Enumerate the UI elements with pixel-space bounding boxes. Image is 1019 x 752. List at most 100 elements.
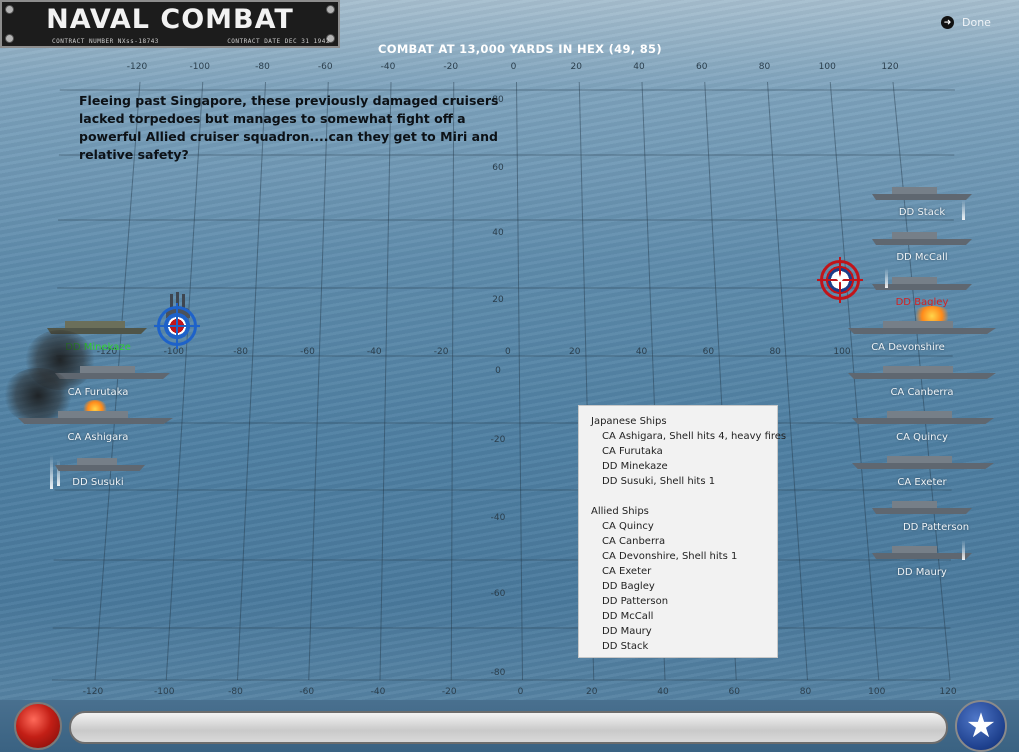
grid-line (379, 81, 392, 681)
grid-tick-label: 60 (696, 62, 708, 72)
grid-tick-label: 60 (492, 163, 504, 173)
grid-tick-label: -20 (434, 347, 449, 357)
grid-tick-label: 120 (881, 62, 898, 72)
status-row: DD Patterson (602, 596, 669, 607)
ship-dd-susuki[interactable] (55, 457, 145, 471)
grid-line (516, 81, 523, 681)
status-row: CA Devonshire, Shell hits 1 (602, 551, 738, 562)
grid-tick-label: 80 (800, 687, 812, 697)
combat-progress-bar (69, 711, 948, 744)
ship-label-dd-stack: DD Stack (898, 207, 946, 218)
status-row: DD Minekaze (602, 461, 668, 472)
grid-tick-label: -40 (381, 62, 396, 72)
grid-tick-label: 20 (492, 295, 504, 305)
status-row: DD Stack (602, 641, 649, 652)
done-button[interactable]: ➜ Done (941, 16, 991, 29)
grid-tick-label: -120 (127, 62, 148, 72)
grid-tick-label: 0 (495, 366, 501, 376)
status-row: CA Canberra (602, 536, 666, 547)
ship-ca-furutaka[interactable] (55, 365, 170, 379)
grid-tick-label: -20 (491, 435, 506, 445)
ship-label-ca-ashigara: CA Ashigara (67, 432, 129, 443)
ship-label-ca-quincy: CA Quincy (896, 432, 948, 443)
ship-ca-devonshire[interactable] (848, 320, 996, 334)
status-row: CA Quincy (602, 521, 654, 532)
splash-effect (962, 540, 965, 560)
grid-tick-label: -80 (233, 347, 248, 357)
contract-number: CONTRACT NUMBER NXss-18743 (52, 38, 159, 45)
grid-tick-label: 20 (586, 687, 598, 697)
done-label: Done (962, 16, 991, 29)
ship-ca-canberra[interactable] (848, 365, 996, 379)
grid-tick-label: 40 (636, 347, 648, 357)
grid-tick-label: 100 (868, 687, 885, 697)
grid-tick-label: -80 (228, 687, 243, 697)
ship-label-dd-mccall: DD McCall (896, 252, 948, 263)
status-row: DD Maury (602, 626, 652, 637)
grid-tick-label: 0 (511, 62, 517, 72)
grid-tick-label: 80 (769, 347, 781, 357)
grid-line (308, 81, 329, 681)
grid-tick-label: 20 (569, 347, 581, 357)
grid-tick-label: -60 (299, 687, 314, 697)
grid-tick-label: -120 (83, 687, 104, 697)
ship-dd-mccall[interactable] (872, 231, 972, 245)
ship-label-ca-canberra: CA Canberra (890, 387, 954, 398)
star-icon: ★ (833, 272, 847, 288)
japanese-ships-header: Japanese Ships (591, 416, 667, 427)
grid-tick-label: 0 (518, 687, 524, 697)
contract-date: CONTRACT DATE DEC 31 1942 (227, 38, 330, 45)
ship-status-panel: Japanese Ships CA Ashigara, Shell hits 4… (578, 405, 787, 658)
grid-line (94, 81, 141, 681)
grid-tick-label: -100 (190, 62, 211, 72)
logo-title: NAVAL COMBAT (46, 4, 294, 35)
grid-tick-label: -20 (443, 62, 458, 72)
fire-button[interactable] (14, 702, 62, 750)
grid-tick-label: -80 (491, 668, 506, 678)
grid-line (165, 81, 204, 681)
status-row: CA Furutaka (602, 446, 663, 457)
status-row: DD Bagley (602, 581, 655, 592)
ship-label-ca-exeter: CA Exeter (897, 477, 947, 488)
grid-tick-label: 20 (571, 62, 583, 72)
ship-dd-patterson[interactable] (872, 500, 972, 514)
grid-line (237, 81, 266, 681)
grid-tick-label: -40 (491, 513, 506, 523)
grid-tick-label: 60 (729, 687, 741, 697)
japanese-target-reticle-icon[interactable] (154, 303, 200, 349)
ship-label-dd-patterson: DD Patterson (902, 522, 970, 533)
grid-tick-label: 60 (703, 347, 715, 357)
ship-label-ca-devonshire: CA Devonshire (871, 342, 945, 353)
grid-tick-label: 40 (657, 687, 669, 697)
grid-tick-label: -40 (371, 687, 386, 697)
ship-dd-stack[interactable] (872, 186, 972, 200)
star-icon: ★ (965, 706, 997, 746)
status-row: DD Susuki, Shell hits 1 (602, 476, 716, 487)
status-row: DD McCall (602, 611, 654, 622)
ship-label-dd-maury: DD Maury (897, 567, 947, 578)
grid-line (829, 81, 880, 681)
grid-tick-label: 40 (633, 62, 645, 72)
ship-ca-exeter[interactable] (852, 455, 994, 469)
next-turn-button[interactable]: ★ (955, 700, 1007, 752)
ship-dd-maury[interactable] (872, 545, 972, 559)
grid-tick-label: -20 (442, 687, 457, 697)
grid-tick-label: 80 (759, 62, 771, 72)
grid-tick-label: 100 (819, 62, 836, 72)
grid-tick-label: -80 (255, 62, 270, 72)
bolt-icon (5, 34, 14, 43)
grid-line (892, 81, 951, 681)
grid-tick-label: -60 (300, 347, 315, 357)
arrow-right-icon: ➜ (941, 16, 954, 29)
ship-ca-ashigara[interactable] (18, 410, 173, 424)
status-row: CA Exeter (602, 566, 652, 577)
grid-tick-label: 40 (492, 228, 504, 238)
scenario-description: Fleeing past Singapore, these previously… (79, 93, 499, 162)
combat-title: COMBAT AT 13,000 YARDS IN HEX (49, 85) (378, 42, 662, 56)
grid-line (450, 81, 455, 681)
grid-tick-label: 120 (939, 687, 956, 697)
ship-ca-quincy[interactable] (852, 410, 994, 424)
status-row: CA Ashigara, Shell hits 4, heavy fires (602, 431, 787, 442)
grid-tick-label: -40 (367, 347, 382, 357)
allied-target-reticle-icon[interactable]: ★ (817, 257, 863, 303)
